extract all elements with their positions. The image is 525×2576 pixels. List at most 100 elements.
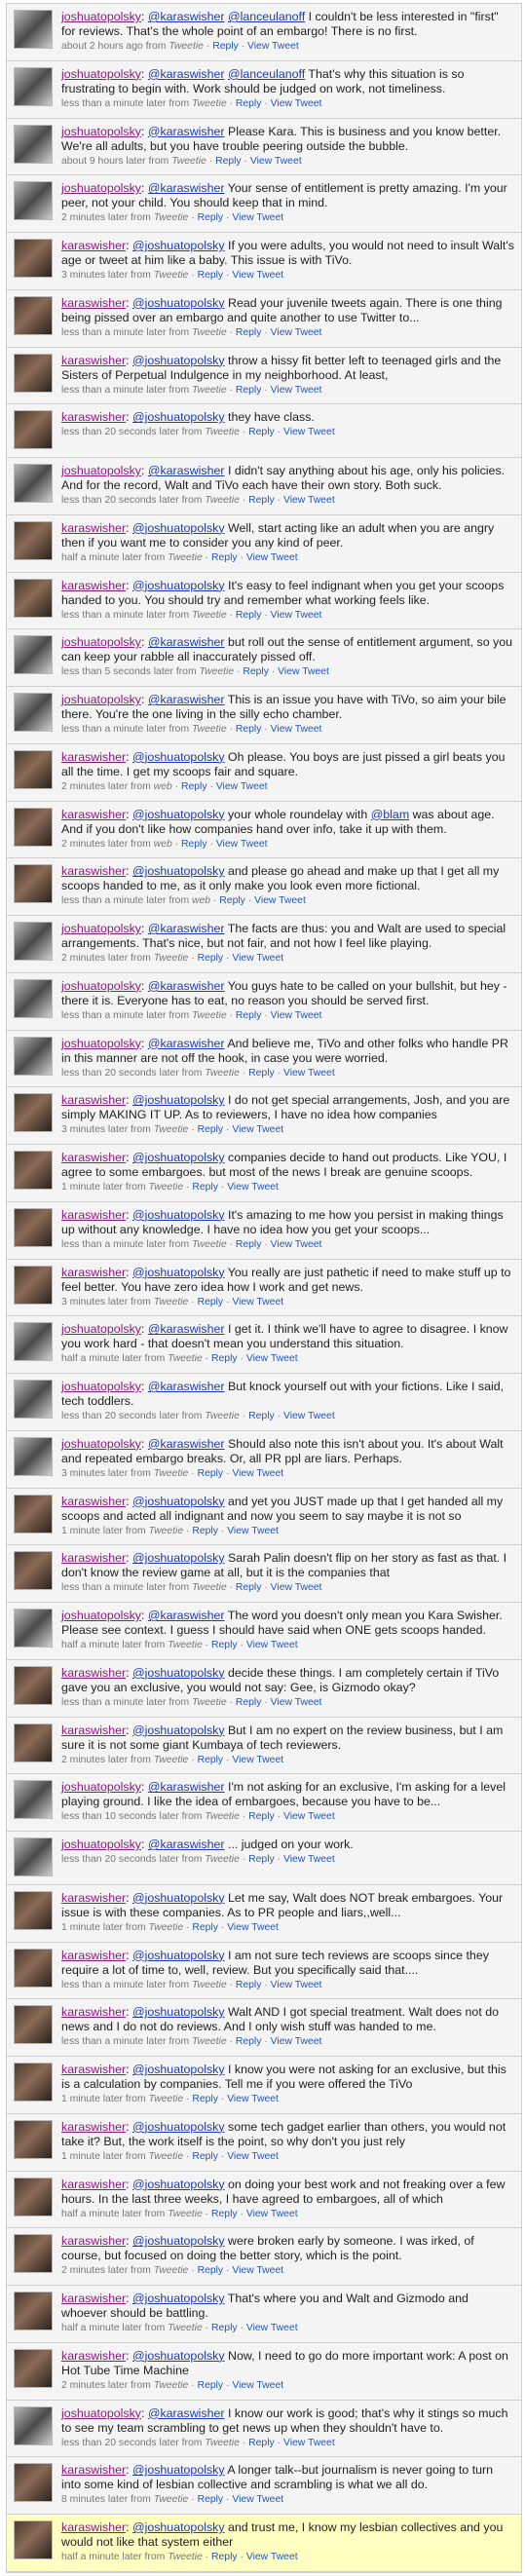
mention-link[interactable]: @joshuatopolsky [132, 1208, 225, 1222]
mention-link[interactable]: @karaswisher [148, 10, 225, 23]
reply-link[interactable]: Reply [212, 41, 239, 52]
reply-link[interactable]: Reply [236, 1582, 262, 1593]
view-tweet-link[interactable]: View Tweet [271, 2036, 322, 2047]
reply-link[interactable]: Reply [198, 1755, 224, 1765]
view-tweet-link[interactable]: View Tweet [232, 953, 283, 964]
mention-link[interactable]: @joshuatopolsky [132, 521, 225, 535]
mention-link[interactable]: @joshuatopolsky [132, 1551, 225, 1565]
avatar[interactable] [14, 807, 53, 847]
view-tweet-link[interactable]: View Tweet [271, 1582, 322, 1593]
view-tweet-link[interactable]: View Tweet [271, 327, 322, 338]
mention-link[interactable]: @karaswisher [148, 1322, 225, 1336]
avatar[interactable] [14, 749, 53, 789]
reply-link[interactable]: Reply [198, 212, 224, 223]
mention-link[interactable]: @blam [371, 808, 409, 821]
mention-link[interactable]: @joshuatopolsky [132, 2120, 225, 2134]
reply-link[interactable]: Reply [236, 1239, 262, 1250]
avatar[interactable] [14, 635, 53, 675]
reply-link[interactable]: Reply [236, 610, 262, 621]
view-tweet-link[interactable]: View Tweet [283, 427, 335, 437]
view-tweet-link[interactable]: View Tweet [227, 2151, 279, 2162]
view-tweet-link[interactable]: View Tweet [227, 1182, 279, 1193]
view-tweet-link[interactable]: View Tweet [283, 1854, 335, 1865]
mention-link[interactable]: @joshuatopolsky [132, 750, 225, 764]
author-link[interactable]: karaswisher [61, 1495, 126, 1508]
view-tweet-link[interactable]: View Tweet [271, 1239, 322, 1250]
reply-link[interactable]: Reply [192, 1922, 218, 1933]
view-tweet-link[interactable]: View Tweet [246, 552, 298, 563]
author-link[interactable]: joshuatopolsky [61, 635, 141, 649]
view-tweet-link[interactable]: View Tweet [271, 98, 322, 109]
reply-link[interactable]: Reply [211, 2323, 238, 2333]
avatar[interactable] [14, 1609, 53, 1648]
avatar[interactable] [14, 1780, 53, 1820]
avatar[interactable] [14, 578, 53, 618]
reply-link[interactable]: Reply [211, 552, 238, 563]
view-tweet-link[interactable]: View Tweet [271, 1010, 322, 1021]
mention-link[interactable]: @karaswisher [148, 1837, 225, 1851]
reply-link[interactable]: Reply [192, 2151, 218, 2162]
author-link[interactable]: karaswisher [61, 521, 126, 535]
reply-link[interactable]: Reply [181, 839, 207, 850]
author-link[interactable]: joshuatopolsky [61, 181, 141, 195]
view-tweet-link[interactable]: View Tweet [246, 2552, 298, 2562]
reply-link[interactable]: Reply [248, 2438, 275, 2448]
avatar[interactable] [14, 1665, 53, 1705]
mention-link[interactable]: @joshuatopolsky [132, 2349, 225, 2363]
reply-link[interactable]: Reply [198, 2265, 224, 2276]
avatar[interactable] [14, 2005, 53, 2045]
reply-link[interactable]: Reply [236, 1010, 262, 1021]
author-link[interactable]: joshuatopolsky [61, 125, 141, 138]
author-link[interactable]: karaswisher [61, 1551, 126, 1565]
avatar[interactable] [14, 2292, 53, 2330]
mention-link[interactable]: @joshuatopolsky [132, 354, 225, 367]
avatar[interactable] [14, 2406, 53, 2445]
view-tweet-link[interactable]: View Tweet [283, 1411, 335, 1421]
author-link[interactable]: karaswisher [61, 2005, 126, 2019]
reply-link[interactable]: Reply [248, 1854, 275, 1865]
avatar[interactable] [14, 2463, 53, 2503]
view-tweet-link[interactable]: View Tweet [271, 724, 322, 735]
view-tweet-link[interactable]: View Tweet [283, 1068, 335, 1079]
avatar[interactable] [14, 124, 53, 164]
mention-link[interactable]: @joshuatopolsky [132, 1266, 225, 1279]
mention-link[interactable]: @joshuatopolsky [132, 296, 225, 310]
view-tweet-link[interactable]: View Tweet [232, 1468, 283, 1479]
view-tweet-link[interactable]: View Tweet [247, 41, 299, 52]
avatar[interactable] [14, 1723, 53, 1762]
view-tweet-link[interactable]: View Tweet [254, 895, 306, 906]
author-link[interactable]: karaswisher [61, 1151, 126, 1164]
avatar[interactable] [14, 464, 53, 503]
mention-link[interactable]: @joshuatopolsky [132, 1666, 225, 1680]
mention-link[interactable]: @joshuatopolsky [132, 864, 225, 878]
mention-link[interactable]: @karaswisher [148, 464, 225, 477]
author-link[interactable]: karaswisher [61, 2178, 126, 2191]
avatar[interactable] [14, 1036, 53, 1076]
reply-link[interactable]: Reply [248, 1411, 275, 1421]
view-tweet-link[interactable]: View Tweet [232, 1124, 283, 1135]
avatar[interactable] [14, 1890, 53, 1930]
author-link[interactable]: karaswisher [61, 808, 126, 821]
reply-link[interactable]: Reply [248, 1811, 275, 1822]
mention-link[interactable]: @joshuatopolsky [132, 1151, 225, 1164]
reply-link[interactable]: Reply [236, 1697, 262, 1708]
mention-link[interactable]: @karaswisher [148, 1380, 225, 1393]
reply-link[interactable]: Reply [198, 953, 224, 964]
author-link[interactable]: karaswisher [61, 1891, 126, 1905]
author-link[interactable]: joshuatopolsky [61, 1837, 141, 1851]
mention-link[interactable]: @joshuatopolsky [132, 1495, 225, 1508]
view-tweet-link[interactable]: View Tweet [232, 2494, 283, 2505]
avatar[interactable] [14, 922, 53, 961]
avatar[interactable] [14, 410, 53, 450]
author-link[interactable]: karaswisher [61, 2292, 126, 2305]
mention-link[interactable]: @joshuatopolsky [132, 1093, 225, 1107]
author-link[interactable]: karaswisher [61, 354, 126, 367]
author-link[interactable]: karaswisher [61, 410, 126, 424]
mention-link[interactable]: @karaswisher [148, 922, 225, 935]
view-tweet-link[interactable]: View Tweet [227, 1922, 279, 1933]
reply-link[interactable]: Reply [211, 1353, 238, 1364]
mention-link[interactable]: @karaswisher [148, 181, 225, 195]
reply-link[interactable]: Reply [198, 2494, 224, 2505]
view-tweet-link[interactable]: View Tweet [278, 666, 329, 677]
author-link[interactable]: karaswisher [61, 1724, 126, 1737]
